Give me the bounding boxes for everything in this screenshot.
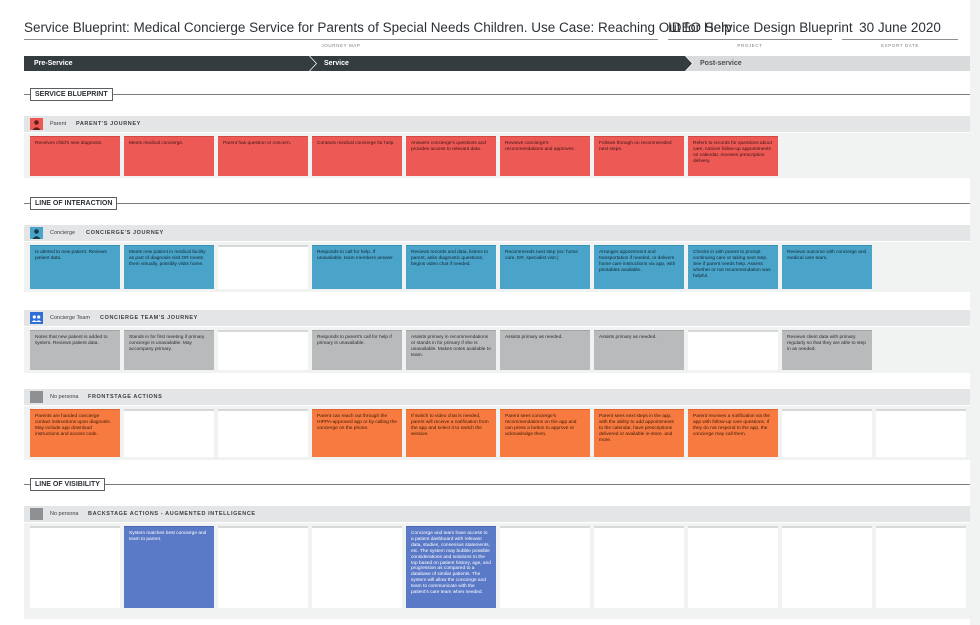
card-parent-5[interactable]: Answers concierge's questions and provid… [406,136,496,176]
card-team-7[interactable]: Assists primary as needed. [594,330,684,370]
service-blueprint-divider [24,94,970,95]
lane-persona-frontstage: No persona [50,394,79,400]
card-team-8-empty[interactable] [688,330,778,370]
team-icon [30,312,43,324]
card-parent-8[interactable]: Refers to records for questions about ca… [688,136,778,176]
line-of-visibility-label: LINE OF VISIBILITY [30,478,105,491]
project-name[interactable]: IDEO Service Design Blueprint [668,20,853,40]
lane-body-parent: Receives child's new diagnosis. Meets me… [24,133,970,178]
lane-header-concierge[interactable]: Concierge CONCIERGE'S JOURNEY [24,225,970,241]
lane-persona-concierge-team: Concierge Team [50,315,90,321]
lane-header-frontstage[interactable]: No persona FRONTSTAGE ACTIONS [24,389,970,405]
journey-map-caption: JOURNEY MAP [321,43,361,48]
card-concierge-5[interactable]: Reviews records and data, listens to par… [406,245,496,289]
lane-header-backstage[interactable]: No persona BACKSTAGE ACTIONS - AUGMENTED… [24,506,970,522]
no-persona-icon [30,508,43,520]
card-backstage-10-empty[interactable] [876,526,966,608]
card-frontstage-2-empty[interactable] [124,409,214,457]
lane-persona-backstage: No persona [50,511,79,517]
card-team-5[interactable]: Assists primary in recommendations or st… [406,330,496,370]
card-team-2[interactable]: Stands in for first meeting if primary c… [124,330,214,370]
card-concierge-6[interactable]: Recommends next step (ex: home care, ER,… [500,245,590,289]
card-backstage-1-empty[interactable] [30,526,120,608]
phase-service[interactable]: Service [310,56,692,71]
card-team-3-empty[interactable] [218,330,308,370]
card-frontstage-10-empty[interactable] [876,409,966,457]
lane-header-parent[interactable]: Parent PARENT'S JOURNEY [24,116,970,132]
no-persona-icon [30,391,43,403]
line-of-visibility-divider [24,484,970,485]
card-backstage-5[interactable]: Concierge and team have access to a pati… [406,526,496,608]
card-frontstage-5[interactable]: If switch to video chat is needed, paren… [406,409,496,457]
service-blueprint-label: SERVICE BLUEPRINT [30,88,113,101]
export-date-field[interactable]: 30 June 2020 EXPORT DATE [842,20,958,48]
lane-title-backstage: BACKSTAGE ACTIONS - AUGMENTED INTELLIGEN… [88,511,256,517]
card-parent-7[interactable]: Follows through on recommended next step… [594,136,684,176]
card-concierge-2[interactable]: Meets new patient in medical facility as… [124,245,214,289]
lane-persona-concierge: Concierge [50,230,76,236]
card-parent-3[interactable]: Parent has question or concern. [218,136,308,176]
card-concierge-4[interactable]: Responds to call for help. If unavailabl… [312,245,402,289]
project-field[interactable]: IDEO Service Design Blueprint PROJECT [668,20,853,48]
canvas-right-margin [970,0,980,625]
card-team-1[interactable]: Notes that new patient is added to syste… [30,330,120,370]
journey-map-title[interactable]: Service Blueprint: Medical Concierge Ser… [24,20,732,40]
lane-persona-parent: Parent [50,121,67,127]
card-team-9[interactable]: Reviews client data with primary regular… [782,330,872,370]
card-frontstage-9-empty[interactable] [782,409,872,457]
card-concierge-7[interactable]: Arranges appointment and transportation … [594,245,684,289]
card-frontstage-7[interactable]: Parent sees next steps in the app, with … [594,409,684,457]
card-parent-1[interactable]: Receives child's new diagnosis. [30,136,120,176]
card-backstage-2[interactable]: System matches best concierge and team t… [124,526,214,608]
card-backstage-8-empty[interactable] [688,526,778,608]
line-of-interaction-label: LINE OF INTERACTION [30,197,118,210]
card-backstage-9-empty[interactable] [782,526,872,608]
card-concierge-9[interactable]: Reviews outcome with concierge and medic… [782,245,872,289]
parent-avatar-icon [30,118,43,130]
card-backstage-7-empty[interactable] [594,526,684,608]
phase-post-service[interactable]: Post-service [686,56,970,71]
card-parent-6[interactable]: Reviews concierge's recommendations and … [500,136,590,176]
card-concierge-1[interactable]: Is alerted to new patient. Reviews patie… [30,245,120,289]
card-concierge-3-empty[interactable] [218,245,308,289]
lane-body-frontstage: Parents are handed concierge contact ins… [24,406,970,460]
card-backstage-3-empty[interactable] [218,526,308,608]
card-backstage-6-empty[interactable] [500,526,590,608]
export-date-caption: EXPORT DATE [881,43,919,48]
export-date[interactable]: 30 June 2020 [842,20,958,40]
card-parent-4[interactable]: Contacts medical concierge for help. [312,136,402,176]
lane-title-frontstage: FRONTSTAGE ACTIONS [88,394,163,400]
card-concierge-8[interactable]: Checks in with parent to prompt continui… [688,245,778,289]
lane-body-concierge-team: Notes that new patient is added to syste… [24,327,970,373]
lane-title-concierge-team: CONCIERGE TEAM'S JOURNEY [100,315,198,321]
line-of-interaction-divider [24,203,970,204]
card-frontstage-3-empty[interactable] [218,409,308,457]
lane-title-parent: PARENT'S JOURNEY [76,121,141,127]
project-caption: PROJECT [737,43,763,48]
lane-header-concierge-team[interactable]: Concierge Team CONCIERGE TEAM'S JOURNEY [24,310,970,326]
card-parent-2[interactable]: Meets medical concierge. [124,136,214,176]
card-frontstage-4[interactable]: Parent can reach out through the HIPPA-a… [312,409,402,457]
card-frontstage-1[interactable]: Parents are handed concierge contact ins… [30,409,120,457]
card-frontstage-8[interactable]: Parent receives a notification via the a… [688,409,778,457]
card-frontstage-6[interactable]: Parent sees concierge's recommendations … [500,409,590,457]
card-backstage-4-empty[interactable] [312,526,402,608]
card-team-6[interactable]: Assists primary as needed. [500,330,590,370]
lane-body-concierge: Is alerted to new patient. Reviews patie… [24,242,970,292]
phase-pre-service[interactable]: Pre-Service [24,56,316,71]
lane-title-concierge: CONCIERGE'S JOURNEY [86,230,164,236]
concierge-avatar-icon [30,227,43,239]
card-team-4[interactable]: Responds to parent's call for help if pr… [312,330,402,370]
lane-body-backstage: System matches best concierge and team t… [24,523,970,619]
journey-map-title-field[interactable]: Service Blueprint: Medical Concierge Ser… [24,20,732,48]
